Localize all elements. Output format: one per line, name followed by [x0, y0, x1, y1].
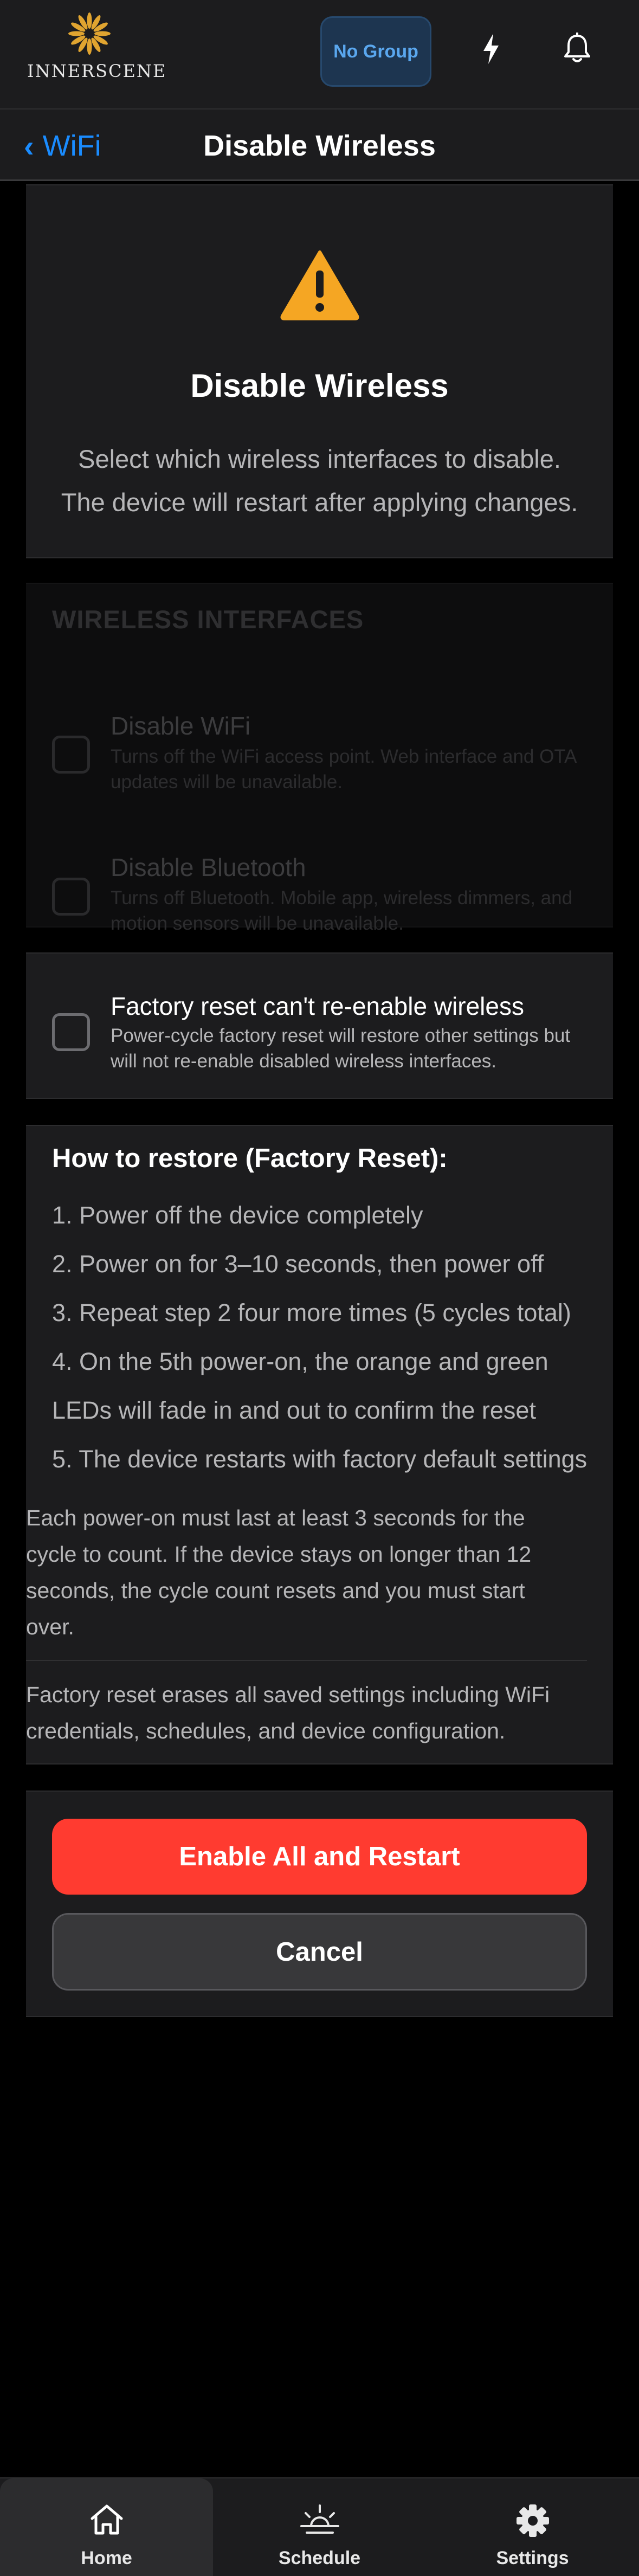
- warning-description: Select which wireless interfaces to disa…: [26, 437, 613, 524]
- tab-schedule[interactable]: Schedule: [213, 2478, 426, 2576]
- list-item: 4. On the 5th power-on, the orange and g…: [52, 1348, 548, 1375]
- list-item: 5. The device restarts with factory defa…: [52, 1445, 588, 1473]
- enable-all-restart-button[interactable]: Enable All and Restart: [52, 1819, 587, 1895]
- tab-home[interactable]: Home: [0, 2478, 213, 2576]
- warning-line-1: Select which wireless interfaces to disa…: [78, 445, 561, 473]
- restore-instructions-title: How to restore (Factory Reset):: [52, 1144, 448, 1173]
- notifications-button[interactable]: [556, 27, 599, 70]
- tab-settings-label: Settings: [496, 2548, 569, 2568]
- home-icon: [91, 2504, 122, 2535]
- group-selector-button[interactable]: No Group: [320, 16, 431, 87]
- list-item: 1. Power off the device completely: [52, 1201, 423, 1229]
- app-header: INNERSCENE No Group: [0, 0, 639, 108]
- disable-bluetooth-label: Disable Bluetooth: [111, 853, 306, 881]
- factory-reset-checkbox[interactable]: [52, 1013, 90, 1051]
- power-button[interactable]: [469, 27, 513, 70]
- section-title: WIRELESS INTERFACES: [52, 605, 364, 634]
- restore-instructions-card: How to restore (Factory Reset): 1. Power…: [26, 1125, 613, 1764]
- warning-card: Disable Wireless Select which wireless i…: [26, 184, 613, 558]
- disable-wifi-checkbox[interactable]: [52, 736, 90, 774]
- tab-home-label: Home: [81, 2548, 132, 2568]
- innerscene-logo[interactable]: INNERSCENE: [27, 11, 167, 87]
- bell-icon: [564, 33, 590, 62]
- sun-logo-icon: [68, 12, 111, 55]
- disable-bluetooth-option[interactable]: Disable Bluetooth Turns off Bluetooth. M…: [26, 801, 613, 942]
- factory-reset-warning-note: Factory reset erases all saved settings …: [26, 1682, 550, 1743]
- disable-wifi-label: Disable WiFi: [111, 712, 251, 740]
- disable-bluetooth-description: Turns off Bluetooth. Mobile app, wireles…: [111, 887, 573, 934]
- disable-wifi-description: Turns off the WiFi access point. Web int…: [111, 746, 576, 793]
- actions-card: Enable All and Restart Cancel: [26, 1791, 613, 2017]
- tab-schedule-label: Schedule: [278, 2548, 361, 2568]
- divider: [26, 1660, 587, 1661]
- sunrise-icon: [300, 2504, 339, 2534]
- disable-wifi-option[interactable]: Disable WiFi Turns off the WiFi access p…: [26, 660, 613, 801]
- tab-settings[interactable]: Settings: [426, 2478, 639, 2576]
- list-item: 2. Power on for 3–10 seconds, then power…: [52, 1250, 544, 1278]
- wireless-interfaces-card: WIRELESS INTERFACES Disable WiFi Turns o…: [26, 583, 613, 934]
- factory-reset-label: Factory reset can't re-enable wireless: [111, 992, 524, 1020]
- bottom-tab-bar: Home Schedule Settings: [0, 2477, 639, 2576]
- warning-line-2: The device will restart after applying c…: [61, 488, 578, 517]
- warning-title: Disable Wireless: [190, 368, 449, 404]
- warning-triangle-icon: [280, 250, 359, 320]
- brand-name: INNERSCENE: [27, 61, 167, 81]
- back-button[interactable]: ‹ WiFi: [24, 110, 154, 182]
- lightning-icon: [483, 34, 499, 64]
- list-item: LEDs will fade in and out to confirm the…: [52, 1396, 536, 1424]
- disable-bluetooth-checkbox[interactable]: [52, 878, 90, 916]
- list-item: 3. Repeat step 2 four more times (5 cycl…: [52, 1299, 571, 1326]
- cancel-button[interactable]: Cancel: [52, 1913, 587, 1991]
- factory-reset-description: Power-cycle factory reset will restore o…: [111, 1025, 571, 1072]
- gear-icon: [516, 2504, 549, 2537]
- factory-reset-option-card[interactable]: Factory reset can't re-enable wireless P…: [26, 952, 613, 1099]
- restore-steps-list: 1. Power off the device completely 2. Po…: [52, 1191, 599, 1484]
- chevron-left-icon: ‹: [24, 128, 34, 163]
- back-label: WiFi: [42, 130, 101, 162]
- navigation-bar: Disable Wireless ‹ WiFi: [0, 108, 639, 181]
- cycle-timing-note: Each power-on must last at least 3 secon…: [26, 1505, 532, 1639]
